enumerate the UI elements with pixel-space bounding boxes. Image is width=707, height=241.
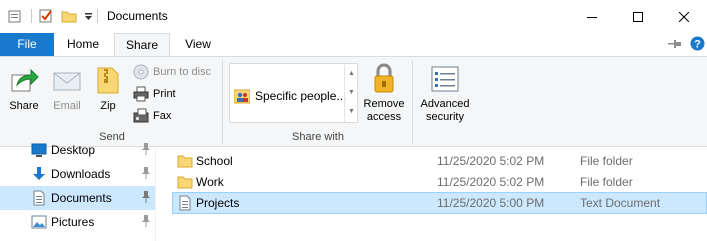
nav-item-desktop[interactable]: Desktop: [0, 138, 155, 162]
burn-to-disc-button[interactable]: Burn to disc: [133, 62, 211, 82]
file-name: Work: [196, 175, 224, 189]
specific-people-label: Specific people...: [255, 89, 347, 103]
nav-label-downloads: Downloads: [51, 167, 111, 181]
folder-icon: [177, 155, 193, 168]
lock-icon: [374, 63, 394, 93]
email-icon: [53, 72, 81, 91]
file-name: School: [196, 154, 233, 168]
people-icon: [234, 89, 250, 104]
fax-button[interactable]: Fax: [133, 106, 171, 126]
zip-label: Zip: [100, 100, 116, 112]
remove-access-label-line1: Remove: [363, 98, 405, 110]
pane-divider[interactable]: [155, 148, 156, 241]
fax-label: Fax: [153, 110, 172, 122]
file-row-school[interactable]: School 11/25/2020 5:02 PM File folder: [172, 150, 707, 172]
properties-icon[interactable]: [38, 8, 54, 24]
file-date-modified: 11/25/2020 5:02 PM: [437, 154, 545, 168]
folder-icon: [177, 176, 193, 189]
pin-icon[interactable]: [140, 214, 152, 228]
pin-icon[interactable]: [140, 166, 152, 180]
text-document-icon: [179, 195, 191, 211]
zip-button[interactable]: Zip: [90, 65, 126, 113]
minimize-button[interactable]: [569, 0, 615, 33]
file-row-projects[interactable]: Projects 11/25/2020 5:00 PM Text Documen…: [172, 192, 707, 214]
title-bar: Documents: [0, 0, 707, 33]
share-with-group-label: Share with: [292, 131, 344, 143]
nav-label-desktop: Desktop: [51, 143, 96, 157]
gallery-scrollbar[interactable]: ▲ ▼ ▼: [344, 64, 357, 122]
share-arrow-icon: [11, 68, 39, 92]
navigation-pane: Desktop Downloads Documents Pictures: [0, 143, 155, 241]
file-type: File folder: [580, 154, 633, 168]
window-title: Documents: [107, 9, 168, 23]
maximize-icon: [633, 11, 643, 22]
tab-home[interactable]: Home: [54, 33, 112, 56]
tab-view[interactable]: View: [170, 33, 226, 56]
documents-icon: [33, 190, 45, 206]
printer-icon: [133, 86, 149, 102]
file-list: School 11/25/2020 5:02 PM File folder Wo…: [172, 148, 707, 241]
security-icon: [431, 66, 459, 92]
nav-label-documents: Documents: [51, 191, 112, 205]
new-folder-icon[interactable]: [61, 8, 77, 24]
file-date-modified: 11/25/2020 5:00 PM: [437, 196, 545, 210]
print-label: Print: [153, 88, 176, 100]
close-icon: [679, 11, 689, 22]
advanced-security-label-line2: security: [426, 111, 464, 123]
minimize-icon: [587, 16, 597, 18]
download-arrow-icon: [33, 167, 45, 180]
zip-folder-icon: [97, 67, 119, 94]
nav-item-documents[interactable]: Documents: [0, 186, 155, 210]
pin-icon[interactable]: [140, 142, 152, 156]
pictures-icon: [31, 215, 47, 229]
pin-icon[interactable]: [140, 190, 152, 204]
help-icon[interactable]: ?: [690, 36, 705, 51]
file-row-work[interactable]: Work 11/25/2020 5:02 PM File folder: [172, 171, 707, 193]
file-type: Text Document: [580, 196, 661, 210]
file-name: Projects: [196, 196, 240, 210]
group-separator: [222, 60, 223, 144]
remove-access-button[interactable]: Remove access: [361, 63, 407, 124]
fax-icon: [133, 108, 149, 123]
nav-label-pictures: Pictures: [51, 215, 95, 229]
specific-people-item[interactable]: Specific people...: [234, 84, 346, 108]
close-button[interactable]: [661, 0, 707, 33]
scroll-down-icon[interactable]: ▼: [345, 83, 358, 102]
share-with-gallery[interactable]: Specific people... ▲ ▼ ▼: [229, 63, 358, 123]
app-icon[interactable]: [7, 8, 23, 24]
customize-dropdown-icon[interactable]: [81, 8, 97, 24]
share-label: Share: [9, 100, 39, 112]
share-button[interactable]: Share: [4, 65, 44, 113]
pin-ribbon-icon[interactable]: [668, 39, 682, 49]
scroll-up-icon[interactable]: ▲: [345, 64, 358, 83]
quick-access-separator: [31, 9, 32, 23]
advanced-security-label-line1: Advanced: [420, 98, 470, 110]
remove-access-label-line2: access: [366, 111, 402, 123]
file-type: File folder: [580, 175, 633, 189]
disc-icon: [133, 64, 149, 80]
email-label: Email: [53, 100, 81, 112]
print-button[interactable]: Print: [133, 84, 176, 104]
advanced-security-button[interactable]: Advanced security: [416, 63, 474, 124]
tab-file[interactable]: File: [0, 33, 54, 56]
tab-share[interactable]: Share: [114, 33, 170, 57]
more-options-icon[interactable]: ▼: [345, 102, 358, 121]
nav-item-downloads[interactable]: Downloads: [0, 162, 155, 186]
nav-item-pictures[interactable]: Pictures: [0, 210, 155, 234]
desktop-icon: [31, 143, 47, 157]
file-date-modified: 11/25/2020 5:02 PM: [437, 175, 545, 189]
title-separator: [97, 9, 98, 23]
burn-to-disc-label: Burn to disc: [153, 66, 212, 78]
svg-text:?: ?: [694, 39, 701, 51]
ribbon-share: Share Email Zip Burn to disc Print Fax S…: [0, 56, 707, 147]
ribbon-tabs: File Home Share View ?: [0, 33, 707, 57]
maximize-button[interactable]: [615, 0, 661, 33]
group-separator: [412, 60, 413, 144]
email-button[interactable]: Email: [47, 65, 87, 113]
